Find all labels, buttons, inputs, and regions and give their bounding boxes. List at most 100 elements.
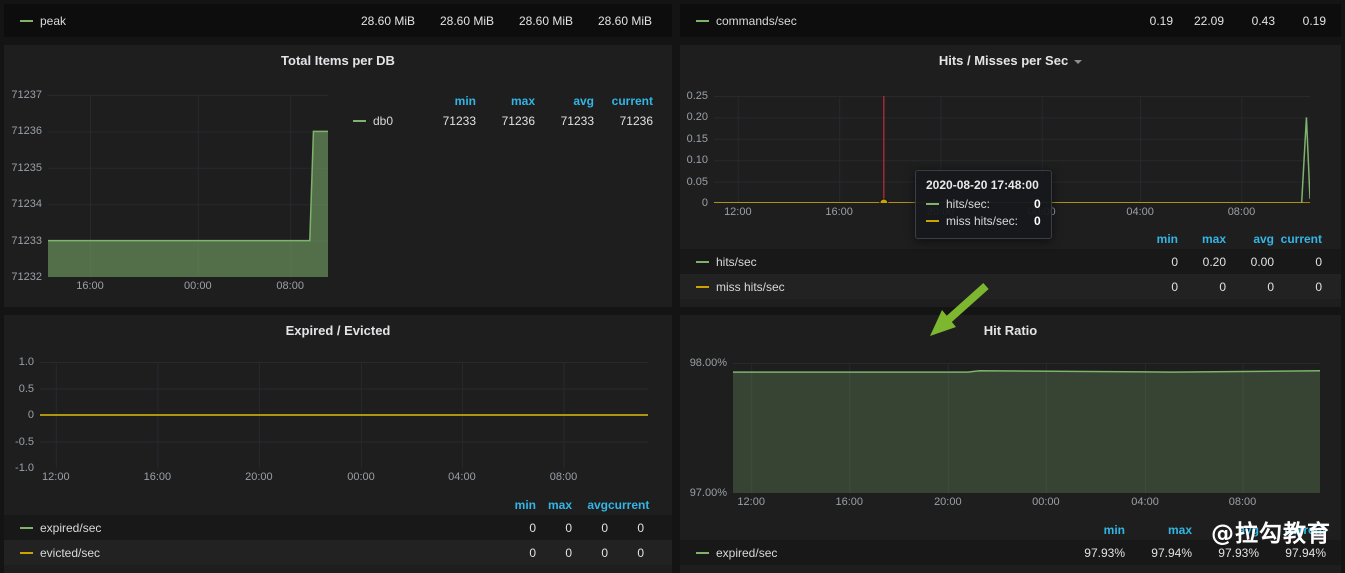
series-color-dash	[696, 552, 709, 554]
legend-header-current[interactable]: current	[608, 498, 644, 512]
legend-hits-misses: minmaxavgcurrenthits/sec00.200.000miss h…	[680, 229, 1341, 299]
series-color-dash	[20, 20, 33, 22]
tooltip-timestamp: 2020-08-20 17:48:00	[926, 178, 1041, 192]
legend-row: expired/sec0000	[4, 515, 672, 540]
series-color-dash	[696, 261, 709, 263]
chart-expired-evicted[interactable]: 1.00.50-0.5-1.012:0016:0020:0000:0004:00…	[4, 362, 650, 486]
y-tick-label: 1.0	[19, 356, 34, 368]
legend-value: 0.00	[1226, 255, 1274, 269]
series-color-dash	[926, 220, 939, 222]
y-tick-label: 0.25	[687, 90, 708, 102]
panel-hits-misses: Hits / Misses per Sec 0.250.200.150.100.…	[680, 45, 1341, 307]
legend-header-min[interactable]: min	[417, 94, 476, 108]
panel-title[interactable]: Total Items per DB	[4, 53, 672, 68]
x-tick-label: 16:00	[144, 471, 172, 483]
panel-title[interactable]: Hit Ratio	[680, 323, 1341, 338]
legend-header-max[interactable]: max	[1178, 232, 1226, 246]
legend-header-row: minmaxavgcurrent	[4, 495, 672, 515]
legend-series-name[interactable]: peak	[40, 14, 66, 28]
legend-value: 28.60 MiB	[415, 14, 494, 28]
panel-title[interactable]: Hits / Misses per Sec	[680, 53, 1341, 68]
series-color-dash	[353, 120, 366, 122]
legend-series-name[interactable]: db0	[373, 114, 417, 128]
y-tick-label: 0.10	[687, 154, 708, 166]
panel-title[interactable]: Expired / Evicted	[4, 323, 672, 338]
legend-header-max[interactable]: max	[536, 498, 572, 512]
legend-total-items: minmaxavgcurrent db071233712367123371236	[353, 92, 653, 132]
legend-header-min[interactable]: min	[1130, 232, 1178, 246]
legend-value: 0	[1274, 255, 1322, 269]
legend-header-max[interactable]: max	[476, 94, 535, 108]
legend-header-current[interactable]: current	[1274, 232, 1322, 246]
annotation-arrow-icon	[920, 280, 992, 336]
legend-series-name[interactable]: commands/sec	[716, 14, 797, 28]
series-color-dash	[696, 286, 709, 288]
y-tick-label: 71237	[11, 89, 42, 101]
chart-hit-ratio[interactable]: 98.00%97.00%12:0016:0020:0000:0004:0008:…	[680, 363, 1322, 511]
x-tick-label: 08:00	[1229, 496, 1257, 508]
legend-header-current[interactable]: current	[594, 94, 653, 108]
y-tick-label: -0.5	[15, 436, 34, 448]
plot-area[interactable]	[48, 95, 328, 277]
x-tick-label: 00:00	[347, 471, 375, 483]
chart-total-items[interactable]: 712377123671235712347123371232 16:0000:00…	[4, 95, 330, 295]
legend-row: miss hits/sec0000	[680, 274, 1341, 299]
panel-peak-legend: peak 28.60 MiB 28.60 MiB 28.60 MiB 28.60…	[4, 4, 672, 37]
plot-area[interactable]	[733, 363, 1320, 493]
legend-value: 71236	[476, 114, 535, 128]
legend-value: 0.20	[1178, 255, 1226, 269]
x-axis: 12:0016:0020:0000:0004:0008:00	[40, 468, 648, 484]
x-tick-label: 12:00	[42, 471, 70, 483]
legend-series-name[interactable]: evicted/sec	[40, 546, 100, 560]
legend-value: 0	[500, 546, 536, 560]
chevron-down-icon[interactable]	[1074, 60, 1082, 64]
legend-value: 28.60 MiB	[573, 14, 652, 28]
x-tick-label: 16:00	[76, 280, 104, 292]
legend-value: 0	[1130, 280, 1178, 294]
y-tick-label: 0.20	[687, 111, 708, 123]
legend-value: 71233	[417, 114, 476, 128]
x-tick-label: 16:00	[825, 206, 853, 218]
legend-value: 0.19	[1122, 14, 1173, 28]
y-tick-label: 0	[28, 409, 34, 421]
x-tick-label: 00:00	[1032, 496, 1060, 508]
legend-series-name[interactable]: expired/sec	[716, 546, 777, 560]
legend-header-min[interactable]: min	[1058, 523, 1125, 537]
y-axis: 712377123671235712347123371232	[4, 95, 42, 277]
x-tick-label: 04:00	[1131, 496, 1159, 508]
x-axis: 12:0016:0020:0000:0004:0008:00	[733, 493, 1320, 509]
legend-row: hits/sec00.200.000	[680, 249, 1341, 274]
y-tick-label: 0	[702, 197, 708, 209]
legend-series-name[interactable]: miss hits/sec	[716, 280, 785, 294]
legend-header-avg[interactable]: avg	[1226, 232, 1274, 246]
tooltip-series-label: miss hits/sec:	[946, 214, 1018, 228]
panel-commands-legend: commands/sec 0.19 22.09 0.43 0.19	[680, 4, 1341, 37]
grafana-dashboard: peak 28.60 MiB 28.60 MiB 28.60 MiB 28.60…	[0, 0, 1345, 573]
x-axis: 16:0000:0008:00	[48, 277, 328, 293]
legend-value: 0	[608, 521, 644, 535]
legend-row-commands: commands/sec 0.19 22.09 0.43 0.19	[680, 4, 1341, 37]
legend-value: 0	[572, 521, 608, 535]
legend-header-min[interactable]: min	[500, 498, 536, 512]
panel-title-text: Hits / Misses per Sec	[939, 53, 1068, 68]
legend-header-avg[interactable]: avg	[572, 498, 608, 512]
legend-series-name[interactable]: hits/sec	[716, 255, 757, 269]
y-tick-label: 98.00%	[690, 357, 727, 369]
x-tick-label: 04:00	[1126, 206, 1154, 218]
x-tick-label: 08:00	[550, 471, 578, 483]
legend-value: 97.93%	[1058, 546, 1125, 560]
legend-value: 0	[608, 546, 644, 560]
legend-series-name[interactable]: expired/sec	[40, 521, 101, 535]
y-axis: 98.00%97.00%	[680, 363, 727, 493]
legend-header-avg[interactable]: avg	[535, 94, 594, 108]
legend-value: 0	[572, 546, 608, 560]
legend-expired-evicted: minmaxavgcurrentexpired/sec0000evicted/s…	[4, 495, 672, 565]
legend-row: db071233712367123371236	[353, 110, 653, 132]
legend-value: 0.43	[1224, 14, 1275, 28]
plot-area[interactable]	[40, 362, 648, 468]
panel-total-items: Total Items per DB 712377123671235712347…	[4, 45, 672, 307]
legend-header-max[interactable]: max	[1125, 523, 1192, 537]
legend-value: 0	[536, 546, 572, 560]
legend-value: 0	[1274, 280, 1322, 294]
x-tick-label: 20:00	[934, 496, 962, 508]
